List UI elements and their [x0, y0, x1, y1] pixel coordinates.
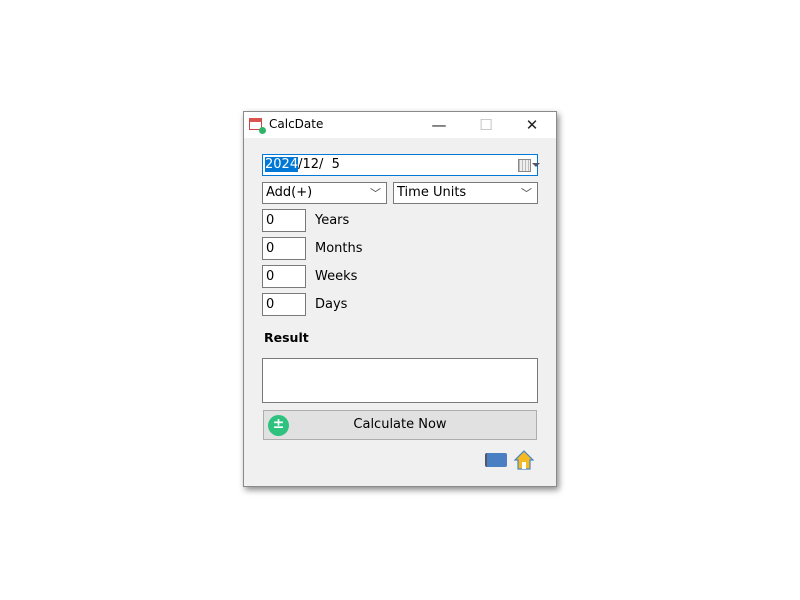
weeks-input[interactable]: 0: [262, 265, 306, 288]
operation-select[interactable]: Add(+) ﹀: [262, 182, 387, 204]
chevron-down-icon: ﹀: [370, 187, 381, 200]
calcdate-window: CalcDate — ☐ ✕ 2024/12/ 5 Add(+) ﹀ Time U…: [243, 111, 557, 487]
window-title: CalcDate: [269, 117, 324, 131]
operation-value: Add(+): [266, 185, 313, 200]
calendar-dropdown-icon[interactable]: [518, 159, 540, 172]
years-label: Years: [315, 213, 350, 228]
minimize-button[interactable]: —: [424, 115, 454, 135]
chevron-down-icon: ﹀: [521, 187, 532, 200]
home-icon[interactable]: [514, 450, 534, 470]
units-value: Time Units: [397, 185, 467, 200]
maximize-button[interactable]: ☐: [471, 115, 501, 135]
months-input[interactable]: 0: [262, 237, 306, 260]
flag-icon[interactable]: [485, 453, 507, 467]
units-select[interactable]: Time Units ﹀: [393, 182, 538, 204]
result-box[interactable]: [262, 358, 538, 403]
close-button[interactable]: ✕: [517, 115, 547, 135]
months-label: Months: [315, 241, 363, 256]
calculate-label: Calculate Now: [353, 417, 447, 432]
date-year: 2024: [265, 157, 299, 172]
app-calendar-icon: [249, 118, 266, 134]
date-rest: /12/ 5: [298, 157, 340, 172]
plus-minus-icon: ±: [268, 415, 289, 436]
days-input[interactable]: 0: [262, 293, 306, 316]
weeks-label: Weeks: [315, 269, 358, 284]
date-picker[interactable]: 2024/12/ 5: [262, 154, 540, 176]
days-label: Days: [315, 297, 348, 312]
result-label: Result: [264, 330, 309, 345]
calculate-button[interactable]: ± Calculate Now: [263, 410, 537, 440]
title-bar: CalcDate — ☐ ✕: [244, 112, 556, 138]
years-input[interactable]: 0: [262, 209, 306, 232]
